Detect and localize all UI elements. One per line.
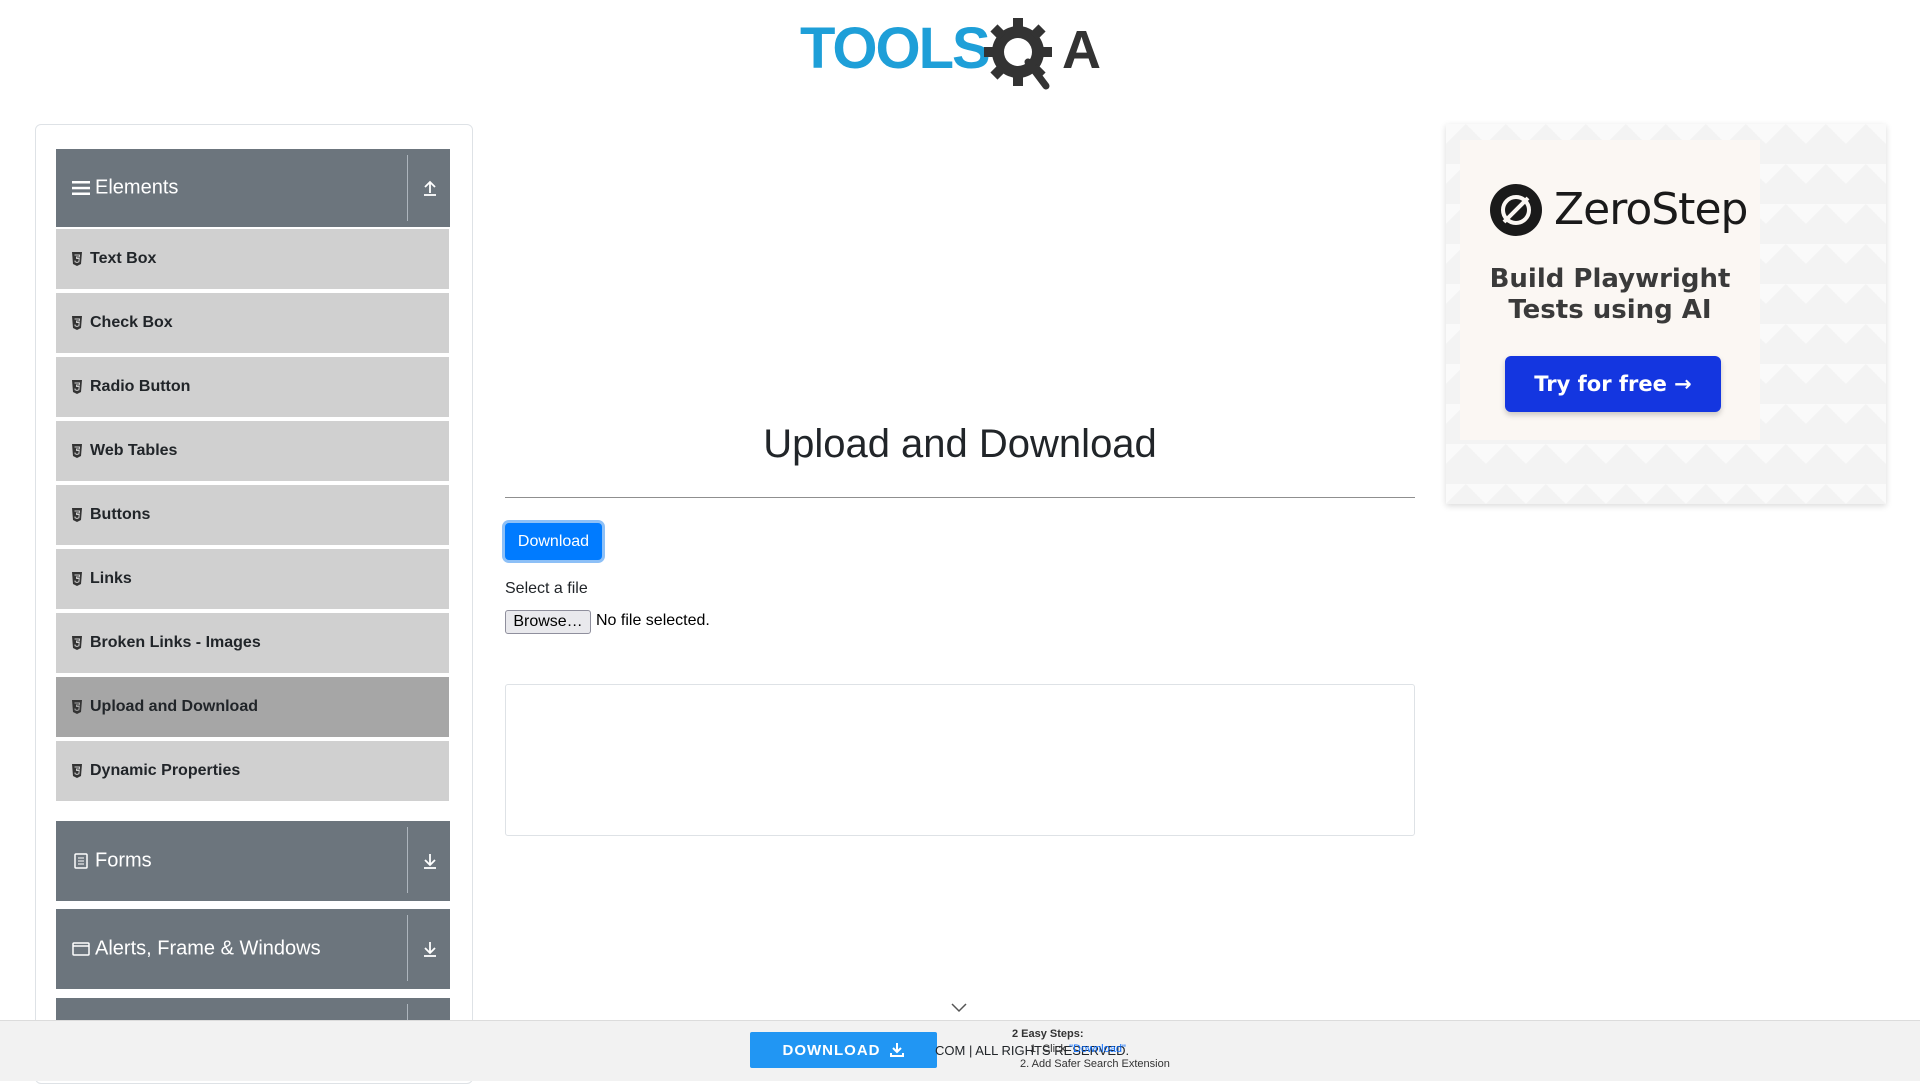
page-title: Upload and Download — [763, 422, 1157, 466]
sidebar-item-links[interactable]: Links — [56, 549, 449, 611]
sidebar-item-text-box[interactable]: Text Box — [56, 229, 449, 291]
sidebar-item-label: Upload and Download — [90, 698, 258, 715]
group-divider — [407, 155, 408, 221]
footer-steps-title: 2 Easy Steps: — [1012, 1028, 1084, 1040]
html5-icon — [72, 764, 82, 778]
form-icon — [72, 852, 90, 870]
gear-icon — [984, 18, 1052, 90]
chevron-down-icon[interactable] — [950, 1002, 968, 1014]
footer-step-1-link[interactable]: "Download" — [1069, 1043, 1126, 1055]
footer-step-1-prefix: 1. Click — [1030, 1043, 1070, 1055]
ad-tagline: Build Playwright Tests using AI — [1460, 264, 1760, 326]
sidebar-item-label: Broken Links - Images — [90, 634, 261, 651]
sidebar-item-dynamic-properties[interactable]: Dynamic Properties — [56, 741, 449, 803]
sidebar-item-radio-button[interactable]: Radio Button — [56, 357, 449, 419]
group-title-alerts: Alerts, Frame & Windows — [95, 937, 321, 960]
sidebar-item-broken-links[interactable]: Broken Links - Images — [56, 613, 449, 675]
sidebar-item-label: Radio Button — [90, 378, 191, 395]
advertisement[interactable]: ZeroStep Build Playwright Tests using AI… — [1446, 124, 1886, 504]
sidebar-item-label: Check Box — [90, 314, 173, 331]
group-divider — [407, 827, 408, 893]
select-file-label: Select a file — [505, 580, 588, 597]
sidebar-item-label: Web Tables — [90, 442, 178, 459]
ad-tagline-line2: Tests using AI — [1508, 295, 1712, 325]
footer-download-label: DOWNLOAD — [782, 1041, 881, 1059]
group-title-forms: Forms — [95, 849, 152, 872]
expand-down-icon[interactable] — [421, 852, 439, 870]
zerostep-logo-icon — [1490, 184, 1542, 236]
download-button[interactable]: Download — [505, 523, 602, 560]
ad-tagline-line1: Build Playwright — [1489, 264, 1731, 294]
browse-button[interactable]: Browse… — [505, 610, 591, 634]
html5-icon — [72, 572, 82, 586]
sidebar-item-label: Buttons — [90, 506, 151, 523]
collapse-up-icon[interactable] — [421, 179, 439, 197]
ad-cta-button[interactable]: Try for free → — [1505, 356, 1721, 412]
uploaded-file-panel — [505, 684, 1415, 836]
expand-down-icon[interactable] — [421, 940, 439, 958]
group-header-forms[interactable]: Forms — [56, 821, 450, 901]
site-header: TOOLS A — [0, 0, 1920, 100]
group-header-alerts[interactable]: Alerts, Frame & Windows — [56, 909, 450, 989]
html5-icon — [72, 252, 82, 266]
group-title-elements: Elements — [95, 176, 179, 199]
group-header-elements[interactable]: Elements — [56, 149, 450, 227]
download-icon — [889, 1043, 904, 1057]
html5-icon — [72, 700, 82, 714]
hamburger-icon — [72, 179, 90, 197]
title-divider — [505, 497, 1415, 498]
sidebar-item-label: Text Box — [90, 250, 157, 267]
html5-icon — [72, 316, 82, 330]
ad-card: ZeroStep Build Playwright Tests using AI… — [1460, 140, 1760, 440]
html5-icon — [72, 444, 82, 458]
sidebar-item-label: Links — [90, 570, 132, 587]
sidebar-item-label: Dynamic Properties — [90, 762, 241, 779]
sidebar-item-buttons[interactable]: Buttons — [56, 485, 449, 547]
footer-download-button[interactable]: DOWNLOAD — [750, 1032, 937, 1068]
sidebar-item-upload-download[interactable]: Upload and Download — [56, 677, 449, 739]
window-icon — [72, 940, 90, 958]
sidebar-item-check-box[interactable]: Check Box — [56, 293, 449, 355]
logo-text-a: A — [1062, 20, 1101, 80]
sidebar-item-web-tables[interactable]: Web Tables — [56, 421, 449, 483]
logo-text-tools: TOOLS — [800, 16, 989, 81]
group-divider — [407, 915, 408, 981]
html5-icon — [72, 508, 82, 522]
html5-icon — [72, 636, 82, 650]
ad-brand-name: ZeroStep — [1554, 184, 1748, 235]
footer-step-2: 2. Add Safer Search Extension — [1020, 1058, 1170, 1070]
footer-step-1: 1. Click "Download" — [1030, 1043, 1126, 1055]
file-status-text: No file selected. — [596, 612, 710, 629]
html5-icon — [72, 380, 82, 394]
toolsqa-logo[interactable]: TOOLS A — [800, 14, 1125, 92]
